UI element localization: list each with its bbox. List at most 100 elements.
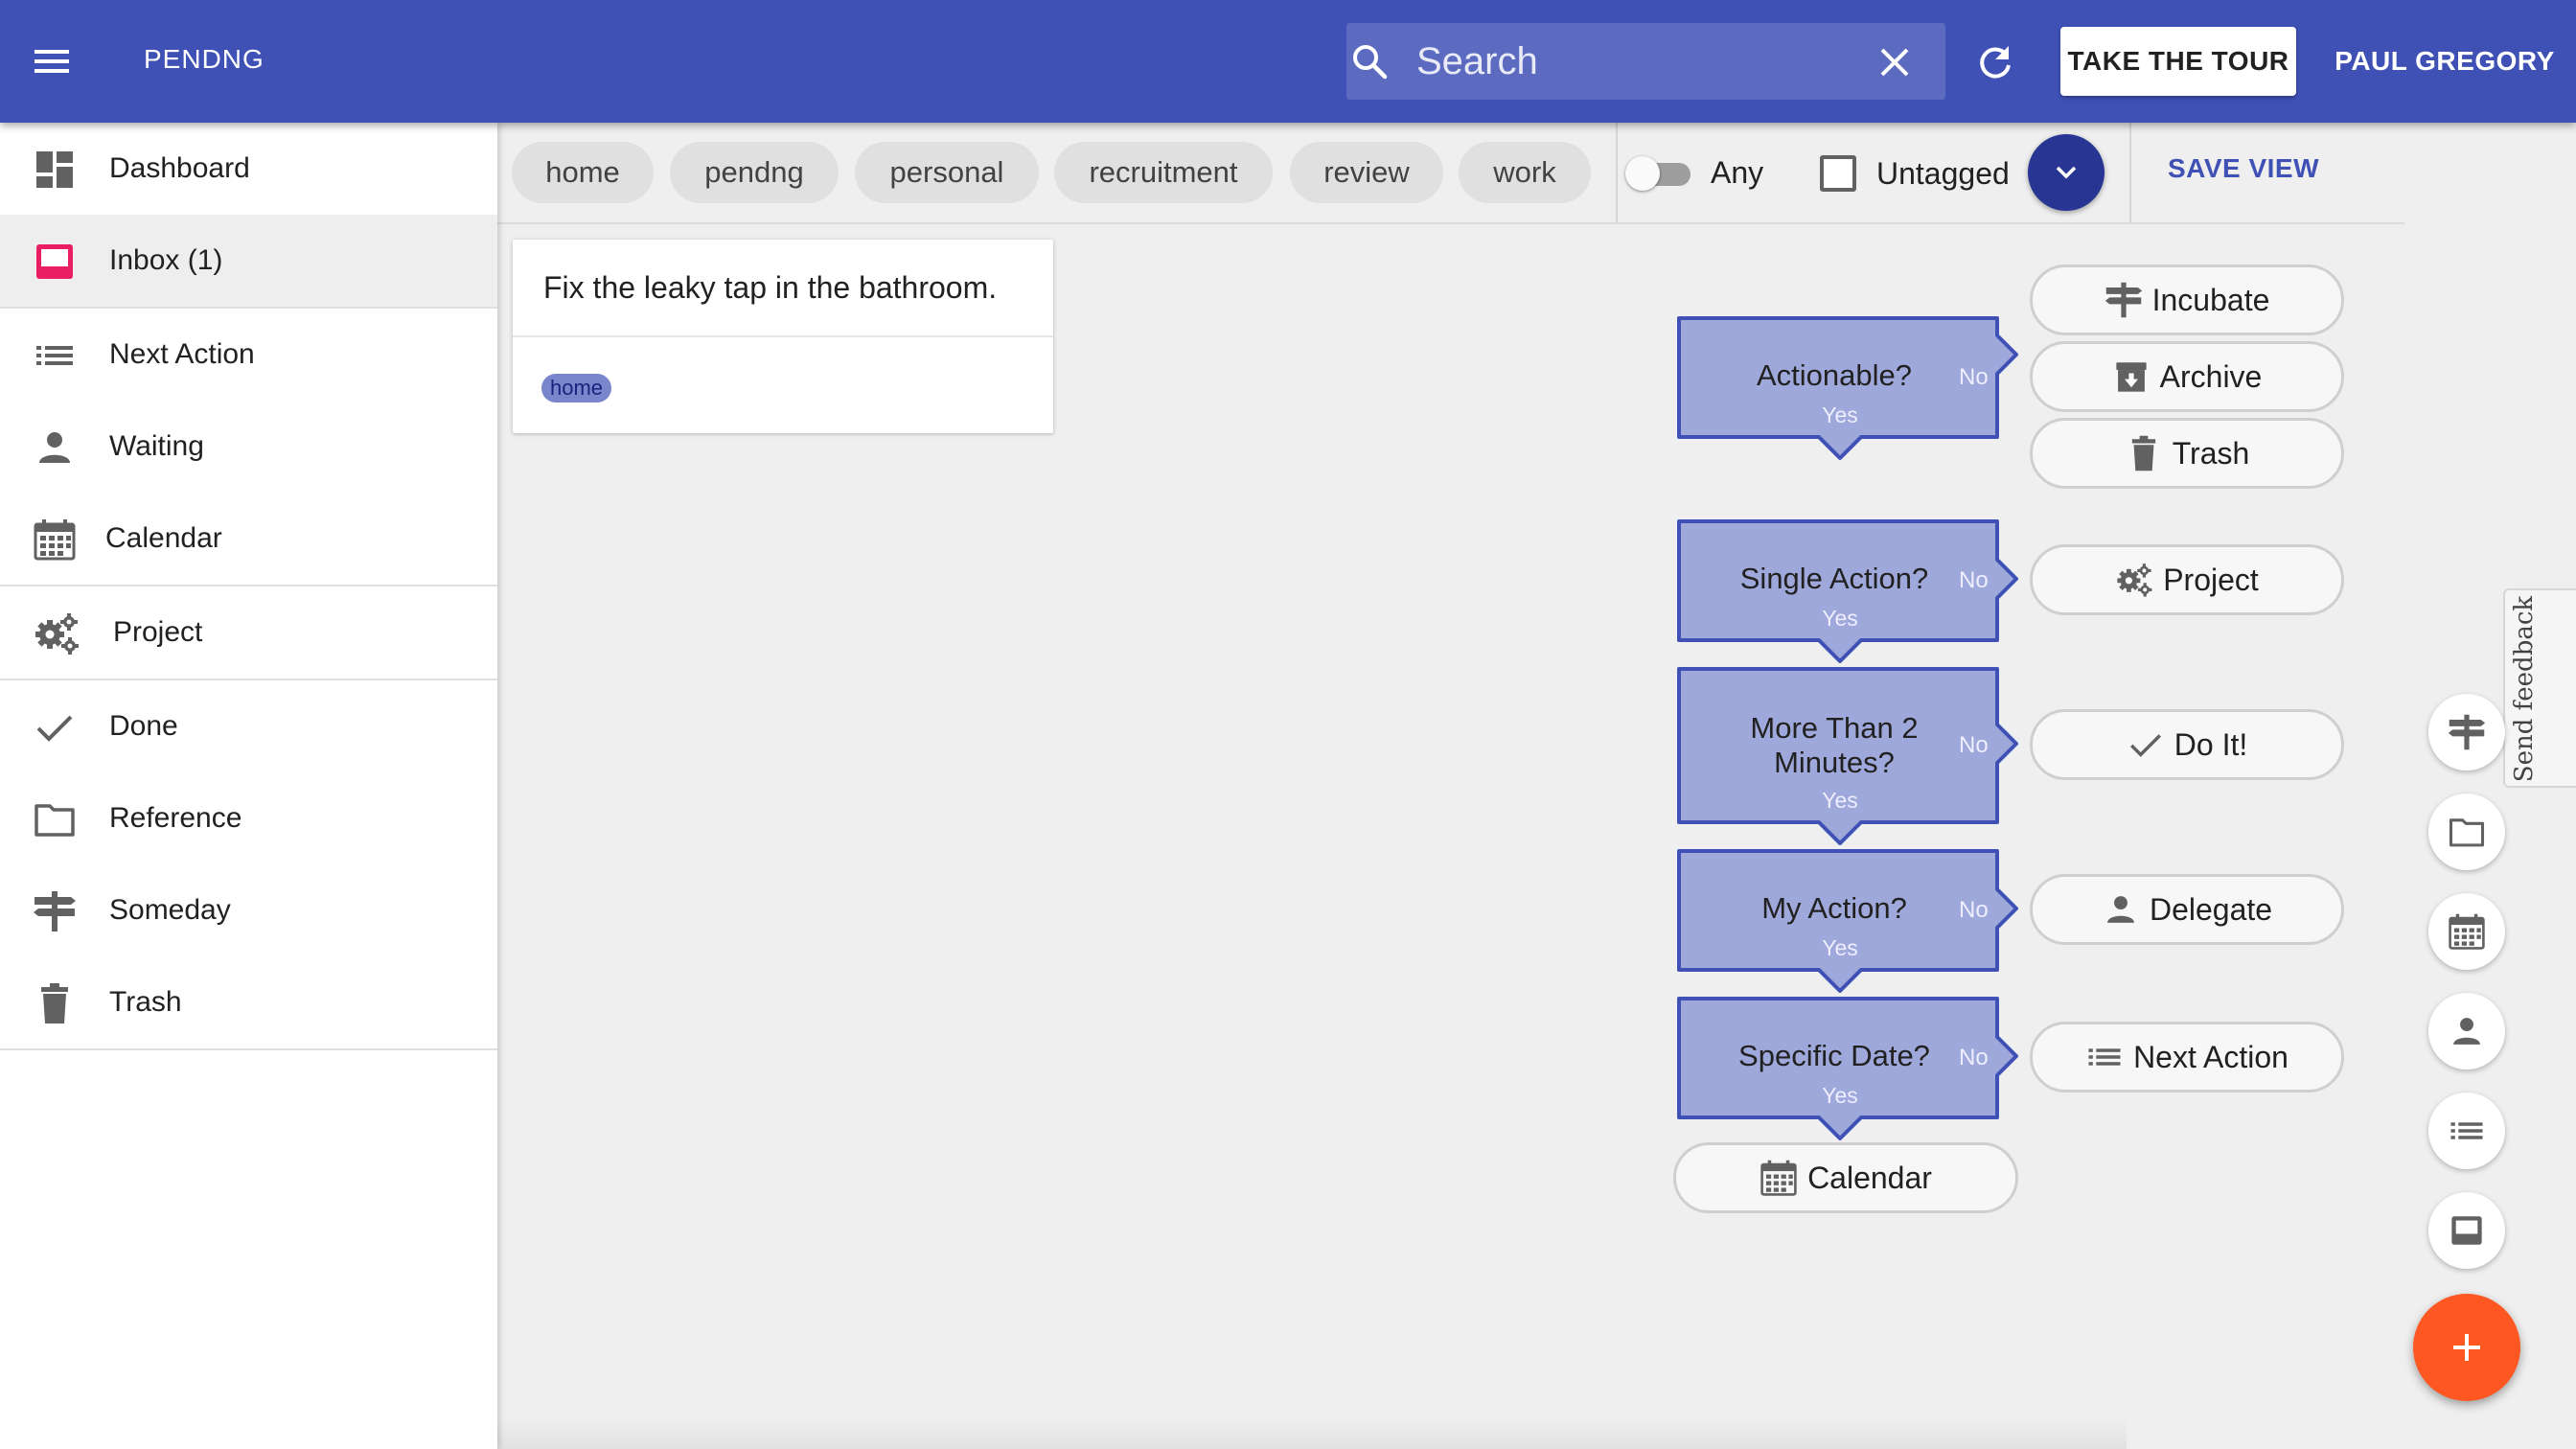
- toggle-thumb: [1625, 156, 1660, 191]
- sidebar-item-waiting[interactable]: Waiting: [0, 401, 497, 493]
- divider: [2129, 123, 2131, 222]
- sidebar-item-someday[interactable]: Someday: [0, 864, 497, 956]
- sidebar-item-done[interactable]: Done: [0, 680, 497, 772]
- task-card[interactable]: Fix the leaky tap in the bathroom. home: [513, 240, 1053, 433]
- project-button[interactable]: Project: [2030, 544, 2344, 615]
- sidebar-item-trash[interactable]: Trash: [0, 956, 497, 1048]
- sidebar-item-project[interactable]: Project: [0, 586, 497, 678]
- quick-someday-button[interactable]: [2428, 694, 2505, 770]
- sidebar: Dashboard Inbox (1) Next Action Waiting …: [0, 123, 497, 1449]
- project-label: Project: [2163, 562, 2259, 597]
- sidebar-item-label: Trash: [109, 986, 182, 1018]
- chevron-down-icon: [2056, 166, 2077, 179]
- decision-label: Actionable?: [1756, 358, 1912, 392]
- do-it-button[interactable]: Do It!: [2030, 709, 2344, 780]
- list-icon: [33, 334, 77, 378]
- sidebar-item-inbox[interactable]: Inbox (1): [0, 215, 497, 307]
- search-icon: [1346, 38, 1392, 84]
- divider: [1616, 123, 1618, 222]
- sidebar-item-label: Project: [113, 616, 203, 648]
- sidebar-item-dashboard[interactable]: Dashboard: [0, 123, 497, 215]
- decision-no-label: No: [1959, 732, 1989, 758]
- plus-icon: [2453, 1334, 2480, 1361]
- divider: [513, 335, 1053, 337]
- decision-yes-label: Yes: [1822, 1083, 1858, 1108]
- trash-icon: [33, 981, 77, 1025]
- calendar-button[interactable]: Calendar: [1673, 1142, 2018, 1213]
- decision-single-action[interactable]: Single Action? No Yes: [1675, 518, 2024, 663]
- search-input[interactable]: [1416, 23, 1867, 100]
- list-icon: [2088, 1048, 2121, 1066]
- person-icon: [2453, 1018, 2480, 1045]
- sidebar-item-label: Calendar: [105, 522, 222, 554]
- quick-reference-button[interactable]: [2428, 794, 2505, 870]
- archive-button[interactable]: Archive: [2030, 341, 2344, 412]
- check-icon: [33, 705, 77, 749]
- next-action-button[interactable]: Next Action: [2030, 1022, 2344, 1092]
- take-the-tour-button[interactable]: TAKE THE TOUR: [2060, 27, 2296, 96]
- decision-more-than-2-minutes[interactable]: More Than 2 Minutes? No Yes: [1675, 665, 2024, 845]
- signpost-icon: [2104, 282, 2142, 318]
- close-icon[interactable]: [1874, 42, 1915, 82]
- quick-waiting-button[interactable]: [2428, 993, 2505, 1070]
- tag-chip-pendng[interactable]: pendng: [670, 142, 839, 203]
- sidebar-item-label: Someday: [109, 894, 231, 926]
- decision-specific-date[interactable]: Specific Date? No Yes: [1675, 995, 2024, 1140]
- sidebar-item-label: Dashboard: [109, 152, 250, 184]
- app-title[interactable]: PENDNG: [144, 44, 264, 75]
- sidebar-item-calendar[interactable]: Calendar: [0, 493, 497, 585]
- expand-filters-button[interactable]: [2028, 134, 2104, 211]
- tag-chip-personal[interactable]: personal: [855, 142, 1039, 203]
- trash-button[interactable]: Trash: [2030, 418, 2344, 489]
- any-toggle[interactable]: [1625, 156, 1696, 191]
- decision-no-label: No: [1959, 567, 1989, 593]
- send-feedback-label: Send feedback: [2510, 595, 2539, 783]
- sidebar-item-next-action[interactable]: Next Action: [0, 309, 497, 401]
- task-text: Fix the leaky tap in the bathroom.: [543, 270, 998, 305]
- decision-actionable[interactable]: Actionable? No Yes: [1675, 314, 2024, 460]
- user-menu-button[interactable]: PAUL GREGORY: [2319, 27, 2570, 96]
- person-icon: [33, 426, 77, 470]
- sidebar-item-label: Done: [109, 710, 178, 742]
- decision-my-action[interactable]: My Action? No Yes: [1675, 847, 2024, 993]
- add-task-button[interactable]: [2413, 1294, 2520, 1401]
- decision-no-label: No: [1959, 897, 1989, 923]
- decision-label: More Than 2 Minutes?: [1750, 711, 1919, 779]
- sidebar-item-reference[interactable]: Reference: [0, 772, 497, 864]
- decision-yes-label: Yes: [1822, 935, 1858, 960]
- trash-icon: [2131, 435, 2155, 472]
- divider: [497, 222, 2404, 224]
- tag-chip-recruitment[interactable]: recruitment: [1054, 142, 1273, 203]
- signpost-icon: [33, 889, 77, 933]
- quick-next-action-button[interactable]: [2428, 1092, 2505, 1169]
- next-action-label: Next Action: [2133, 1039, 2288, 1074]
- delegate-button[interactable]: Delegate: [2030, 874, 2344, 945]
- tag-chip-home[interactable]: home: [512, 142, 654, 203]
- decision-label: Specific Date?: [1738, 1039, 1930, 1072]
- tag-chip-review[interactable]: review: [1290, 142, 1443, 203]
- gears-icon: [33, 611, 79, 656]
- any-label: Any: [1711, 155, 1764, 190]
- delegate-label: Delegate: [2149, 891, 2273, 927]
- tag-chip-work[interactable]: work: [1459, 142, 1591, 203]
- folder-icon: [33, 797, 77, 841]
- decision-yes-label: Yes: [1822, 606, 1858, 631]
- untagged-checkbox[interactable]: [1820, 155, 1856, 192]
- decision-no-label: No: [1959, 1045, 1989, 1070]
- quick-calendar-button[interactable]: [2428, 893, 2505, 970]
- archive-label: Archive: [2159, 358, 2263, 394]
- save-view-button[interactable]: SAVE VIEW: [2168, 153, 2319, 184]
- quick-inbox-button[interactable]: [2428, 1192, 2505, 1269]
- task-tag-badge[interactable]: home: [541, 374, 612, 402]
- send-feedback-tab[interactable]: Send feedback: [2503, 588, 2576, 788]
- check-icon: [2129, 734, 2161, 757]
- incubate-label: Incubate: [2151, 282, 2270, 317]
- menu-icon[interactable]: [25, 38, 79, 84]
- content-bottom-shadow: [497, 1418, 2127, 1449]
- incubate-button[interactable]: Incubate: [2030, 264, 2344, 335]
- folder-icon: [2449, 818, 2485, 847]
- refresh-icon[interactable]: [1974, 42, 2016, 84]
- calendar-icon: [2449, 913, 2485, 950]
- divider: [0, 1048, 497, 1050]
- calendar-label: Calendar: [1807, 1160, 1932, 1195]
